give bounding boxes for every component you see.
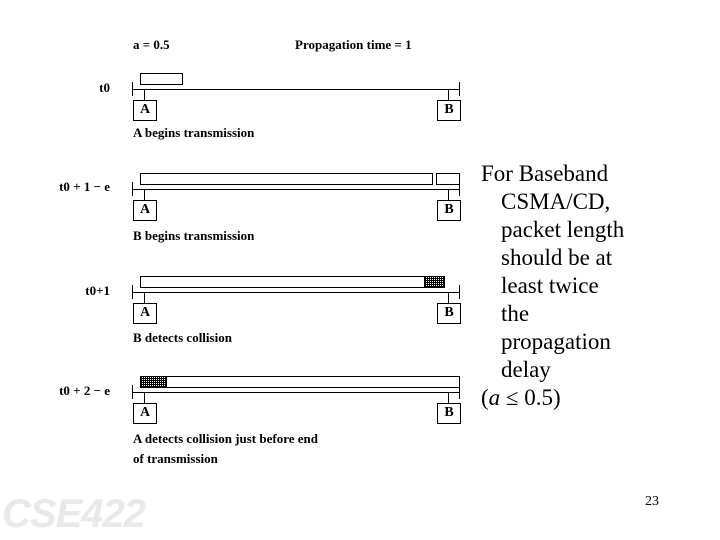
station-a: A: [133, 100, 157, 121]
explanation-line-9: (a ≤ 0.5): [481, 384, 713, 412]
station-a-lead: [144, 392, 145, 403]
cable-left-terminator: [132, 82, 133, 96]
cable-medium: [132, 292, 460, 293]
explanation-line-4: should be at: [501, 245, 613, 270]
row-time-label: t0: [99, 80, 110, 95]
packet-signal: [140, 73, 183, 85]
packet-signal-from-b: [166, 376, 460, 388]
station-a-lead: [144, 89, 145, 100]
station-b-lead: [448, 292, 449, 303]
explanation-line-3: packet length: [501, 217, 625, 242]
station-b: B: [437, 200, 461, 221]
page-number: 23: [645, 494, 659, 509]
row-caption: B begins transmission: [133, 228, 255, 243]
explanation-text-block: For Baseband CSMA/CD, packet length shou…: [481, 160, 713, 412]
station-b-lead: [448, 189, 449, 200]
alpha-symbol: a: [488, 385, 501, 410]
cable-medium: [132, 89, 460, 90]
row-time-label: t0+1: [85, 283, 110, 298]
propagation-time-label: Propagation time = 1: [295, 37, 412, 52]
packet-signal-from-a: [140, 173, 433, 185]
collision-region: [424, 276, 444, 288]
cable-right-terminator: [459, 285, 460, 299]
course-watermark: CSE422: [2, 492, 146, 536]
collision-edge-marker: [444, 276, 445, 288]
station-a-lead: [144, 189, 145, 200]
row-time-label: t0 + 2 − e: [59, 383, 110, 398]
cable-left-terminator: [132, 285, 133, 299]
station-b: B: [437, 403, 461, 424]
paren-open: (: [481, 385, 489, 410]
explanation-line-8: delay: [501, 357, 551, 382]
packet-signal-from-b: [436, 173, 460, 185]
explanation-line-2: CSMA/CD,: [501, 189, 611, 214]
collision-region: [140, 376, 167, 388]
explanation-line-5: least twice: [501, 273, 599, 298]
station-b-lead: [448, 89, 449, 100]
station-b: B: [437, 100, 461, 121]
explanation-line-6: the: [501, 301, 530, 326]
station-b-lead: [448, 392, 449, 403]
alpha-parameter-label: a = 0.5: [133, 37, 170, 52]
cable-medium: [132, 189, 460, 190]
row-caption-line-1: A detects collision just before end: [133, 431, 318, 446]
station-a: A: [133, 200, 157, 221]
cable-medium: [132, 392, 460, 393]
row-caption: A begins transmission: [133, 125, 255, 140]
row-caption: B detects collision: [133, 330, 232, 345]
inequality-text: ≤ 0.5): [500, 385, 561, 410]
explanation-line-1: For Baseband: [481, 161, 609, 186]
station-a: A: [133, 403, 157, 424]
packet-signal-from-a: [140, 276, 428, 288]
cable-right-terminator: [459, 82, 460, 96]
explanation-line-7: propagation: [501, 329, 611, 354]
cable-left-terminator: [132, 182, 133, 196]
row-caption-line-2: of transmission: [133, 451, 218, 466]
station-a-lead: [144, 292, 145, 303]
station-b: B: [437, 303, 461, 324]
cable-left-terminator: [132, 385, 133, 399]
station-a: A: [133, 303, 157, 324]
row-time-label: t0 + 1 − e: [59, 179, 110, 194]
